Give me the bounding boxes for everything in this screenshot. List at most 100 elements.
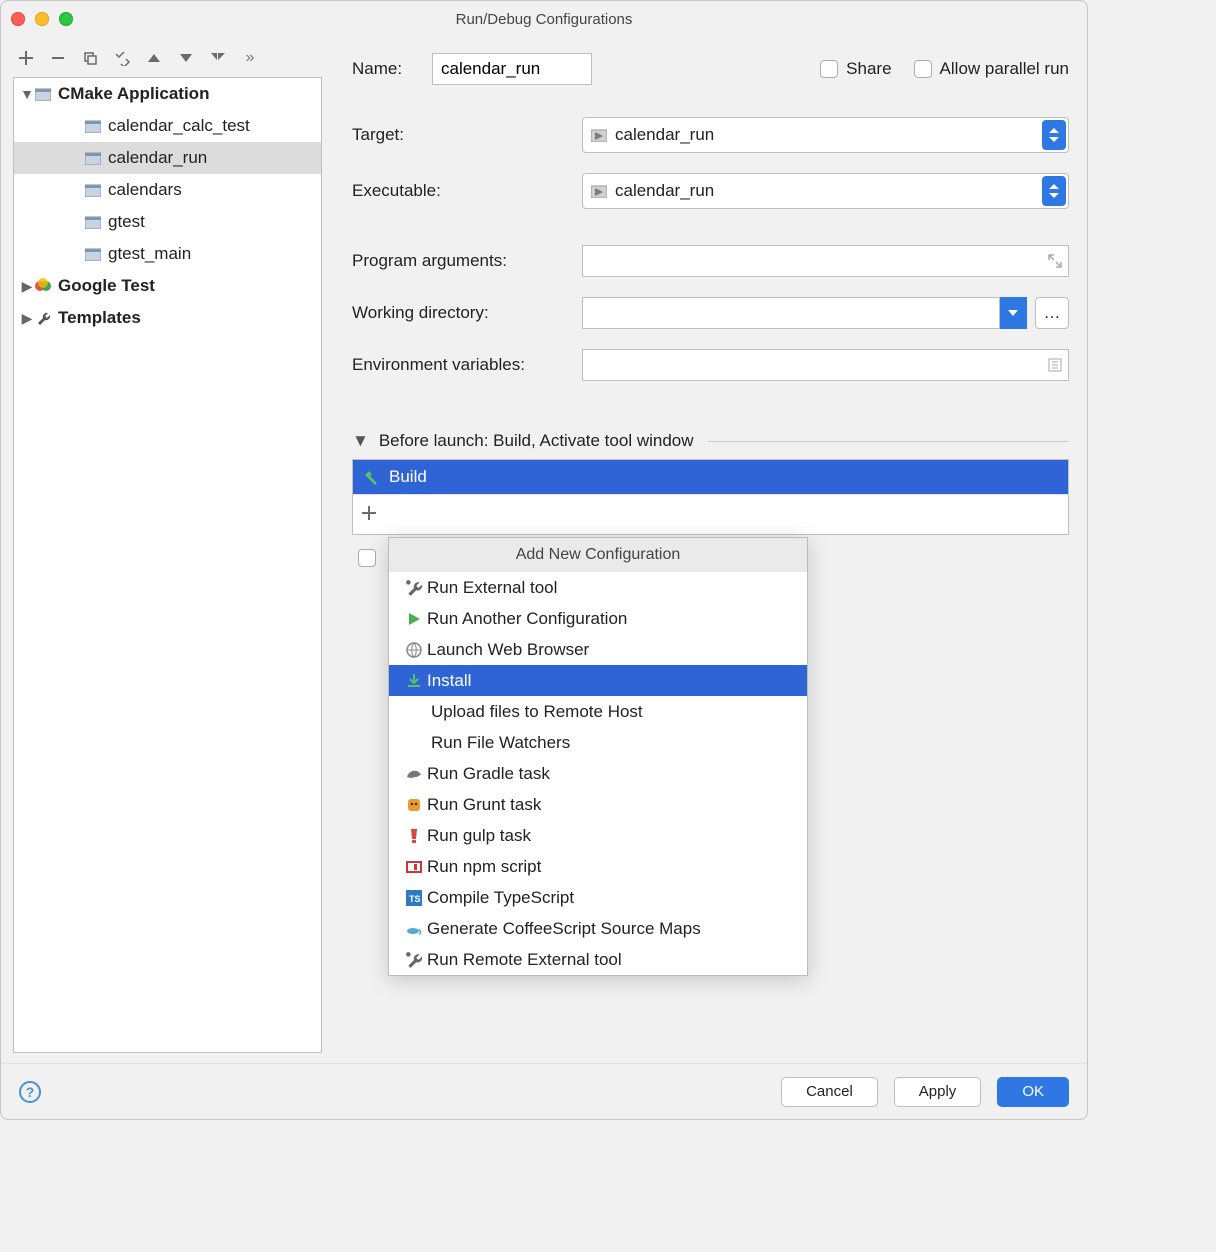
select-arrows-icon xyxy=(1042,120,1066,150)
share-checkbox[interactable]: Share xyxy=(820,59,891,79)
env-input[interactable] xyxy=(582,349,1069,381)
tree-group-label: Google Test xyxy=(58,276,155,296)
add-popup: Add New Configuration Run External tool R… xyxy=(388,537,808,976)
popup-item-11[interactable]: Generate CoffeeScript Source Maps xyxy=(389,913,807,944)
help-button[interactable]: ? xyxy=(19,1081,41,1103)
tree-item-label: calendars xyxy=(108,180,182,200)
tree-group-templates[interactable]: ▶ Templates xyxy=(14,302,321,334)
tree-item-gtest-main[interactable]: gtest_main xyxy=(14,238,321,270)
before-launch-title: Before launch: Build, Activate tool wind… xyxy=(379,431,694,451)
env-label: Environment variables: xyxy=(352,355,582,375)
save-config-button[interactable] xyxy=(209,49,227,67)
executable-select[interactable]: calendar_run xyxy=(582,173,1069,209)
caret-collapsed-icon: ▶ xyxy=(20,278,34,295)
npm-icon xyxy=(401,859,427,875)
tree-group-label: CMake Application xyxy=(58,84,209,104)
tree-item-gtest[interactable]: gtest xyxy=(14,206,321,238)
caret-expanded-icon: ▼ xyxy=(352,431,369,451)
tree-group-google-test[interactable]: ▶ Google Test xyxy=(14,270,321,302)
globe-icon xyxy=(401,642,427,658)
remove-config-button[interactable] xyxy=(49,49,67,67)
select-arrows-icon xyxy=(1042,176,1066,206)
tools-icon xyxy=(401,579,427,597)
before-launch-list: Build xyxy=(352,459,1069,535)
tree-item-calendar-calc-test[interactable]: calendar_calc_test xyxy=(14,110,321,142)
target-icon xyxy=(84,149,102,167)
popup-item-label: Compile TypeScript xyxy=(427,888,574,908)
grunt-icon xyxy=(401,797,427,813)
workdir-browse-button[interactable]: … xyxy=(1035,297,1069,329)
tree-group-label: Templates xyxy=(58,308,141,328)
popup-item-7[interactable]: Run Grunt task xyxy=(389,789,807,820)
checkbox-box xyxy=(914,60,932,78)
popup-item-0[interactable]: Run External tool xyxy=(389,572,807,603)
gulp-icon xyxy=(401,827,427,845)
before-launch-toolbar xyxy=(353,494,1068,534)
args-input[interactable] xyxy=(582,245,1069,277)
args-label: Program arguments: xyxy=(352,251,582,271)
target-icon xyxy=(591,128,607,142)
move-up-button[interactable] xyxy=(145,49,163,67)
target-label: Target: xyxy=(352,125,582,145)
target-icon xyxy=(84,117,102,135)
cmake-icon xyxy=(34,85,52,103)
dialog-footer: ? Cancel Apply OK xyxy=(1,1063,1087,1119)
workdir-dropdown-button[interactable] xyxy=(999,297,1027,329)
popup-item-3[interactable]: Install xyxy=(389,665,807,696)
list-icon[interactable] xyxy=(1048,358,1062,372)
popup-item-9[interactable]: Run npm script xyxy=(389,851,807,882)
popup-item-label: Run Gradle task xyxy=(427,764,550,784)
edit-templates-button[interactable] xyxy=(113,49,131,67)
install-icon xyxy=(401,673,427,689)
workdir-input[interactable] xyxy=(582,297,1000,329)
tree-item-label: calendar_calc_test xyxy=(108,116,250,136)
coffee-icon xyxy=(401,922,427,936)
dialog-window: Run/Debug Configurations » ▼ CMake Appli… xyxy=(0,0,1088,1120)
before-launch-item-build[interactable]: Build xyxy=(353,460,1068,494)
popup-item-2[interactable]: Launch Web Browser xyxy=(389,634,807,665)
popup-item-10[interactable]: TSCompile TypeScript xyxy=(389,882,807,913)
popup-item-4[interactable]: Upload files to Remote Host xyxy=(389,696,807,727)
tree-item-calendar-run[interactable]: calendar_run xyxy=(14,142,321,174)
tree-group-cmake[interactable]: ▼ CMake Application xyxy=(14,78,321,110)
name-label: Name: xyxy=(352,59,432,79)
ok-button[interactable]: OK xyxy=(997,1077,1069,1107)
ts-icon: TS xyxy=(401,890,427,906)
caret-expanded-icon: ▼ xyxy=(20,86,34,102)
tree-item-calendars[interactable]: calendars xyxy=(14,174,321,206)
more-actions-button[interactable]: » xyxy=(241,49,259,67)
popup-item-8[interactable]: Run gulp task xyxy=(389,820,807,851)
tree-item-label: calendar_run xyxy=(108,148,207,168)
name-input[interactable] xyxy=(432,53,592,85)
before-launch-header[interactable]: ▼ Before launch: Build, Activate tool wi… xyxy=(352,431,1069,451)
allow-parallel-checkbox[interactable]: Allow parallel run xyxy=(914,59,1069,79)
popup-item-label: Run Another Configuration xyxy=(427,609,627,629)
apply-button[interactable]: Apply xyxy=(894,1077,982,1107)
popup-item-label: Run External tool xyxy=(427,578,557,598)
popup-item-label: Launch Web Browser xyxy=(427,640,589,660)
caret-collapsed-icon: ▶ xyxy=(20,310,34,327)
add-task-button[interactable] xyxy=(361,505,381,525)
move-down-button[interactable] xyxy=(177,49,195,67)
expand-icon[interactable] xyxy=(1048,254,1062,268)
add-config-button[interactable] xyxy=(17,49,35,67)
target-icon xyxy=(84,245,102,263)
target-icon xyxy=(591,184,607,198)
popup-item-12[interactable]: Run Remote External tool xyxy=(389,944,807,975)
titlebar: Run/Debug Configurations xyxy=(1,1,1087,37)
popup-item-label: Run npm script xyxy=(427,857,541,877)
hammer-icon xyxy=(363,469,379,485)
copy-config-button[interactable] xyxy=(81,49,99,67)
popup-item-6[interactable]: Run Gradle task xyxy=(389,758,807,789)
play-icon xyxy=(401,611,427,627)
popup-title: Add New Configuration xyxy=(389,538,807,572)
target-select[interactable]: calendar_run xyxy=(582,117,1069,153)
divider xyxy=(708,441,1069,442)
target-value: calendar_run xyxy=(615,125,714,145)
target-icon xyxy=(84,213,102,231)
cancel-button[interactable]: Cancel xyxy=(781,1077,878,1107)
popup-item-5[interactable]: Run File Watchers xyxy=(389,727,807,758)
window-title: Run/Debug Configurations xyxy=(1,11,1087,28)
popup-item-label: Run Remote External tool xyxy=(427,950,622,970)
popup-item-1[interactable]: Run Another Configuration xyxy=(389,603,807,634)
